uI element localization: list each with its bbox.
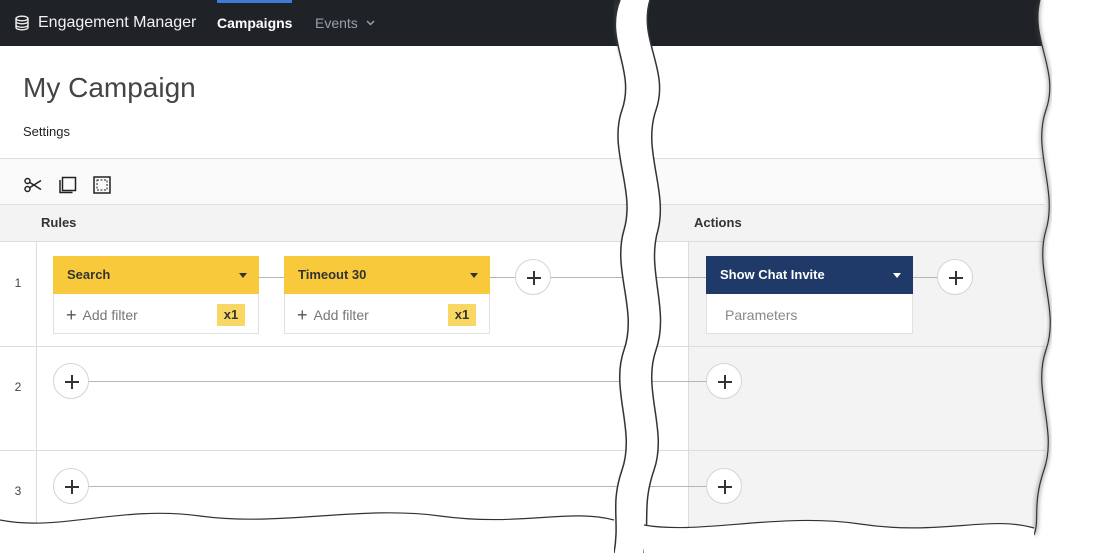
page-title: My Campaign bbox=[23, 72, 196, 103]
actions-header: Actions bbox=[694, 215, 742, 230]
parameters-link[interactable]: Parameters bbox=[725, 307, 797, 323]
caret-down-icon bbox=[893, 273, 901, 278]
copy-icon[interactable] bbox=[58, 175, 78, 195]
plus-icon: + bbox=[297, 305, 308, 325]
connector-line bbox=[88, 381, 708, 382]
rule-row: 3 bbox=[0, 451, 1045, 535]
toolbar bbox=[0, 159, 1045, 204]
nav-events-label: Events bbox=[315, 15, 358, 31]
rules-header: Rules bbox=[41, 215, 77, 230]
rule-dropdown[interactable]: Search bbox=[53, 256, 259, 294]
rule-dropdown[interactable]: Timeout 30 bbox=[284, 256, 490, 294]
connector-line bbox=[912, 277, 938, 278]
select-all-icon[interactable] bbox=[92, 175, 112, 195]
add-filter-button[interactable]: + Add filter bbox=[297, 305, 369, 325]
active-tab-indicator bbox=[217, 0, 293, 3]
row-number: 1 bbox=[14, 276, 22, 290]
row-number: 3 bbox=[14, 484, 22, 498]
add-action-button[interactable] bbox=[706, 363, 742, 399]
add-action-button[interactable] bbox=[706, 468, 742, 504]
plus-icon: + bbox=[66, 305, 77, 325]
top-navigation: Engagement Manager Campaigns Events bbox=[0, 0, 1045, 46]
add-filter-label: Add filter bbox=[82, 307, 138, 323]
column-header: Rules Actions bbox=[0, 205, 1045, 242]
occurrence-badge[interactable]: x1 bbox=[217, 304, 245, 326]
rule-card: Search + Add filter x1 bbox=[53, 256, 259, 334]
brand[interactable]: Engagement Manager bbox=[14, 0, 196, 46]
app-window: Engagement Manager Campaigns Events My C… bbox=[0, 0, 1045, 535]
rule-name: Timeout 30 bbox=[298, 267, 367, 282]
action-dropdown[interactable]: Show Chat Invite bbox=[706, 256, 913, 294]
scissors-icon[interactable] bbox=[23, 175, 43, 195]
rule-row: 2 bbox=[0, 347, 1045, 451]
add-rule-button[interactable] bbox=[53, 363, 89, 399]
nav-campaigns[interactable]: Campaigns bbox=[217, 0, 293, 46]
occurrence-badge[interactable]: x1 bbox=[448, 304, 476, 326]
rule-name: Search bbox=[67, 267, 111, 282]
settings-link[interactable]: Settings bbox=[23, 124, 70, 139]
connector-line bbox=[88, 486, 708, 487]
row-number: 2 bbox=[14, 380, 22, 394]
app-name: Engagement Manager bbox=[38, 14, 197, 31]
add-rule-button[interactable] bbox=[53, 468, 89, 504]
add-filter-label: Add filter bbox=[313, 307, 369, 323]
chevron-down-icon bbox=[366, 20, 375, 26]
caret-down-icon bbox=[470, 273, 478, 278]
nav-campaigns-label: Campaigns bbox=[217, 15, 293, 31]
nav-events[interactable]: Events bbox=[315, 0, 375, 46]
add-rule-button[interactable] bbox=[515, 259, 551, 295]
rule-card: Timeout 30 + Add filter x1 bbox=[284, 256, 490, 334]
connector-line bbox=[551, 277, 706, 278]
action-name: Show Chat Invite bbox=[720, 267, 825, 282]
add-action-button[interactable] bbox=[937, 259, 973, 295]
connector-line bbox=[259, 277, 285, 278]
connector-line bbox=[490, 277, 516, 278]
database-icon bbox=[15, 15, 29, 31]
caret-down-icon bbox=[239, 273, 247, 278]
add-filter-button[interactable]: + Add filter bbox=[66, 305, 138, 325]
action-card: Show Chat Invite Parameters bbox=[706, 256, 913, 334]
